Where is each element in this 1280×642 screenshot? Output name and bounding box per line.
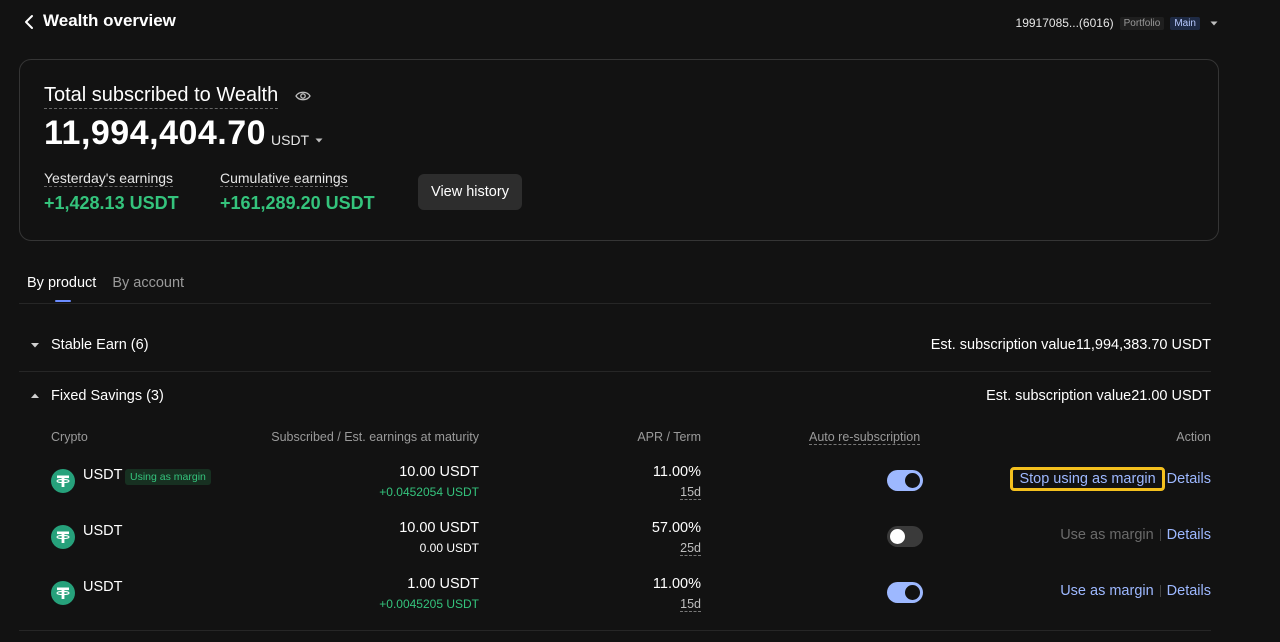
use-as-margin-button[interactable]: Use as margin [1060, 583, 1153, 599]
column-header-subscribed: Subscribed / Est. earnings at maturity [271, 430, 479, 444]
using-as-margin-badge: Using as margin [125, 469, 211, 485]
est-earnings: +0.0452054 USDT [379, 485, 479, 499]
tab-by-product[interactable]: By product [27, 275, 96, 291]
table-row: USDT 10.00 USDT 0.00 USDT 57.00% 25d Use… [0, 514, 1280, 562]
auto-resubscription-toggle[interactable] [887, 470, 923, 491]
usdt-icon [51, 469, 75, 493]
group-est-value: Est. subscription value11,994,383.70 USD… [930, 337, 1211, 353]
toggle-knob [890, 529, 905, 544]
stop-using-as-margin-button[interactable]: Stop using as margin [1010, 467, 1165, 491]
page-title: Wealth overview [43, 11, 176, 30]
row-actions: Stop using as margin Details [1010, 467, 1211, 491]
total-subscribed-title: Total subscribed to Wealth [44, 84, 279, 109]
column-header-auto-resubscription: Auto re-subscription [809, 430, 921, 445]
top-bar: Wealth overview 19917085...(6016) Portfo… [0, 0, 1280, 46]
divider [19, 371, 1211, 372]
divider [19, 630, 1211, 631]
caret-up-icon [31, 393, 39, 398]
subscribed-amount: 10.00 USDT [399, 520, 479, 536]
details-link[interactable]: Details [1167, 471, 1211, 487]
view-tabs: By product By account [27, 275, 184, 291]
portfolio-tag: Portfolio [1119, 16, 1165, 30]
toggle-knob [905, 585, 920, 600]
total-amount: 11,994,404.70 [44, 114, 267, 152]
est-earnings: 0.00 USDT [419, 541, 479, 555]
auto-resubscription-toggle[interactable] [887, 526, 923, 547]
use-as-margin-button[interactable]: Use as margin [1060, 527, 1153, 543]
eye-icon[interactable] [295, 90, 311, 102]
active-tab-indicator [55, 300, 71, 302]
view-history-button[interactable]: View history [418, 174, 522, 210]
subscribed-amount: 10.00 USDT [399, 464, 479, 480]
subscribed-amount: 1.00 USDT [407, 576, 479, 592]
action-separator [1159, 529, 1161, 541]
yesterday-earnings-label: Yesterday's earnings [44, 170, 174, 187]
cumulative-earnings-label: Cumulative earnings [220, 170, 348, 187]
coin-name: USDT [83, 467, 123, 483]
term-value: 15d [680, 597, 701, 612]
currency-label: USDT [271, 132, 310, 148]
toggle-knob [905, 473, 920, 488]
column-header-action: Action [1176, 430, 1211, 444]
main-tag: Main [1170, 16, 1200, 30]
account-selector[interactable]: 19917085...(6016) Portfolio Main [1016, 16, 1218, 30]
column-header-apr-term: APR / Term [637, 430, 701, 444]
coin-name: USDT [83, 523, 123, 539]
term-value: 15d [680, 485, 701, 500]
coin-name: USDT [83, 579, 123, 595]
action-separator [1159, 585, 1161, 597]
group-name: Stable Earn (6) [51, 337, 149, 353]
group-stable-earn[interactable]: Stable Earn (6) Est. subscription value1… [19, 333, 1211, 357]
yesterday-earnings-value: +1,428.13 USDT [44, 193, 179, 213]
group-est-value: Est. subscription value21.00 USDT [986, 388, 1211, 404]
account-number: 19917085...(6016) [1015, 16, 1114, 30]
row-actions: Use as margin Details [1060, 583, 1211, 599]
caret-down-icon [31, 343, 39, 348]
usdt-icon [51, 525, 75, 549]
auto-resubscription-toggle[interactable] [887, 582, 923, 603]
term-value: 25d [680, 541, 701, 556]
table-row: USDT Using as margin 10.00 USDT +0.04520… [0, 458, 1280, 506]
apr-value: 57.00% [651, 520, 701, 536]
column-header-crypto: Crypto [51, 430, 88, 444]
group-fixed-savings[interactable]: Fixed Savings (3) Est. subscription valu… [19, 384, 1211, 408]
chevron-down-icon [315, 138, 323, 143]
currency-selector[interactable]: USDT [271, 132, 323, 148]
divider [19, 303, 1211, 304]
table-row: USDT 1.00 USDT +0.0045205 USDT 11.00% 15… [0, 570, 1280, 618]
usdt-icon [51, 581, 75, 605]
cumulative-earnings-value: +161,289.20 USDT [220, 193, 375, 213]
est-earnings: +0.0045205 USDT [379, 597, 479, 611]
wealth-summary-card: Total subscribed to Wealth 11,994,404.70… [19, 59, 1219, 241]
back-arrow-icon[interactable] [22, 14, 36, 30]
tab-by-account[interactable]: By account [112, 275, 184, 291]
apr-value: 11.00% [652, 464, 701, 480]
apr-value: 11.00% [652, 576, 701, 592]
group-name: Fixed Savings (3) [51, 388, 164, 404]
row-actions: Use as margin Details [1060, 527, 1211, 543]
details-link[interactable]: Details [1167, 527, 1211, 543]
chevron-down-icon [1210, 21, 1218, 26]
details-link[interactable]: Details [1167, 583, 1211, 599]
